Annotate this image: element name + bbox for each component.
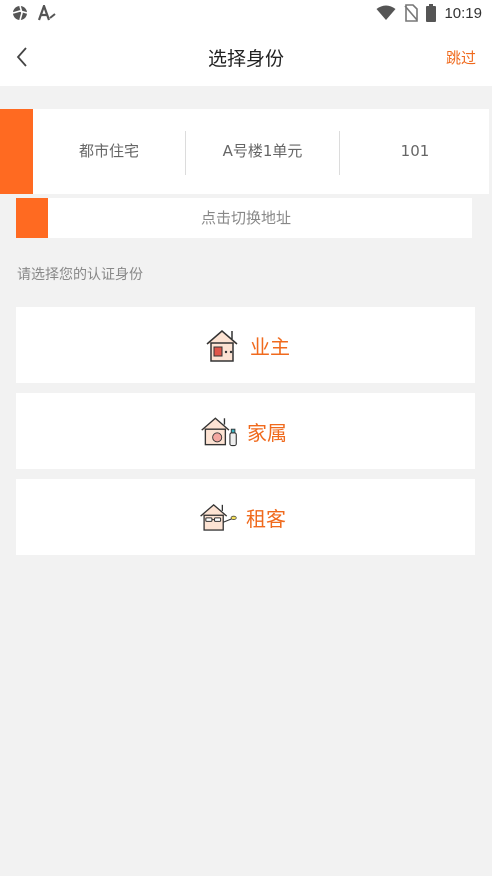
address-accent-bar [0,109,33,194]
status-right: 10:19 [376,4,482,22]
status-bar: 10:19 [0,0,492,28]
role-tenant-button[interactable]: 租客 [16,479,475,555]
section-label: 请选择您的认证身份 [17,267,143,283]
address-building: A号楼1单元 [222,142,303,160]
role-tenant-content: 租客 [198,479,286,555]
address-community: 都市住宅 [78,142,139,160]
role-family-label: 家属 [247,420,287,445]
role-owner-label: 业主 [250,334,290,359]
tenant-house-icon [200,503,237,531]
battery-icon [426,4,437,22]
switch-address-button[interactable]: 点击切换地址 [16,198,472,238]
skip-button[interactable]: 跳过 [446,47,476,68]
role-owner-content: 业主 [202,307,290,383]
no-sim-icon [404,4,419,22]
address-card: 都市住宅 A号楼1单元 101 [0,109,489,194]
family-house-icon [201,417,237,447]
a-icon [38,5,56,21]
page-title: 选择身份 [207,48,284,70]
owner-house-icon [206,330,238,362]
status-time: 10:19 [444,4,482,22]
title-bar: 选择身份 跳过 [0,28,492,86]
status-left [12,5,56,21]
role-tenant-label: 租客 [246,506,286,531]
role-family-content: 家属 [199,393,287,469]
wifi-icon [376,5,396,20]
switch-address-label: 点击切换地址 [200,209,291,227]
role-owner-button[interactable]: 业主 [16,307,475,383]
address-room: 101 [400,142,430,160]
role-family-button[interactable]: 家属 [16,393,475,469]
app-icon [12,5,28,21]
